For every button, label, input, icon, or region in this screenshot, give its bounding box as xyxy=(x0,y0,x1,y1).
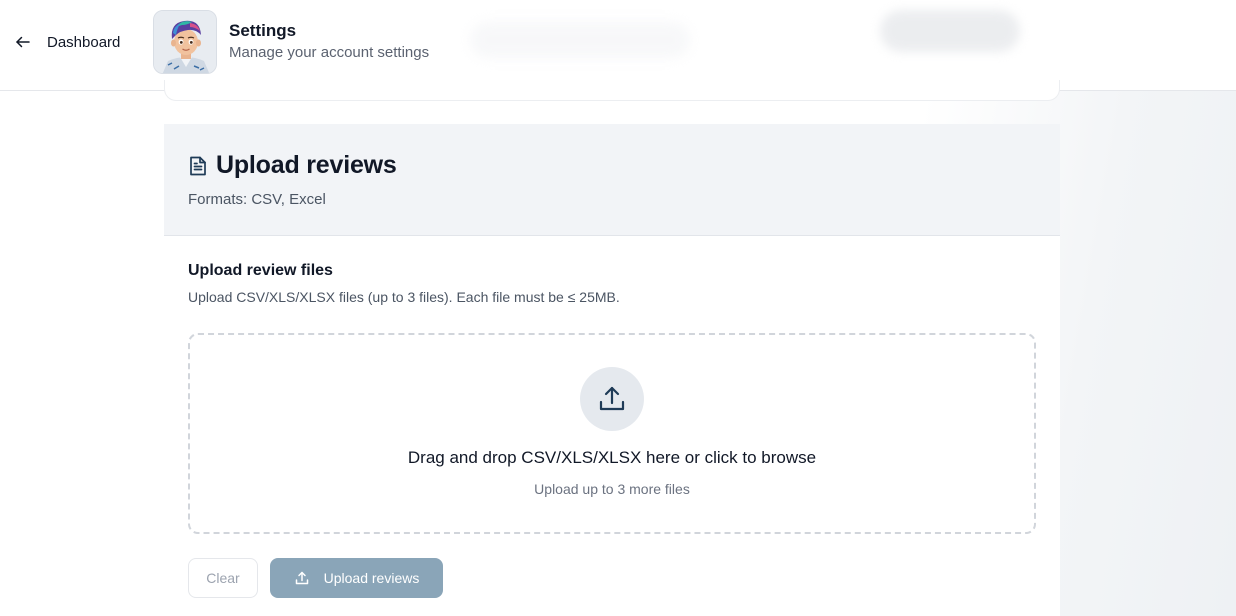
upload-reviews-card: Upload reviews Formats: CSV, Excel Uploa… xyxy=(164,124,1060,616)
upload-icon xyxy=(295,571,308,585)
dropzone-secondary-text: Upload up to 3 more files xyxy=(534,481,690,497)
card-title-row: Upload reviews xyxy=(188,151,397,180)
clear-button[interactable]: Clear xyxy=(188,558,258,598)
page-title: Settings xyxy=(229,21,297,40)
formats-text: Formats: CSV, Excel xyxy=(188,191,326,208)
card-header: Upload reviews Formats: CSV, Excel xyxy=(164,124,1060,236)
file-dropzone[interactable]: Drag and drop CSV/XLS/XLSX here or click… xyxy=(188,333,1036,534)
back-to-dashboard-link[interactable]: Dashboard xyxy=(14,30,120,54)
previous-card-edge xyxy=(164,80,1060,101)
page-title-block: Settings Manage your account settings xyxy=(229,21,429,64)
blurred-header-element xyxy=(470,22,690,58)
top-header: Dashboard Settings Manage your account s… xyxy=(0,0,1236,91)
blurred-header-button xyxy=(880,10,1020,52)
page-subtitle: Manage your account settings xyxy=(229,44,430,61)
avatar[interactable] xyxy=(153,10,217,74)
upload-icon-circle xyxy=(580,367,644,431)
dropzone-primary-text: Drag and drop CSV/XLS/XLSX here or click… xyxy=(407,448,817,467)
section-title: Upload review files xyxy=(188,262,333,279)
upload-icon xyxy=(599,386,625,411)
section-description: Upload CSV/XLS/XLSX files (up to 3 files… xyxy=(188,289,620,305)
avatar-image xyxy=(154,11,216,73)
back-link-label: Dashboard xyxy=(47,33,121,51)
upload-reviews-button[interactable]: Upload reviews xyxy=(270,558,443,598)
upload-button-label: Upload reviews xyxy=(323,570,420,586)
card-title: Upload reviews xyxy=(216,151,397,179)
arrow-left-icon xyxy=(16,36,30,48)
document-icon xyxy=(190,156,206,175)
